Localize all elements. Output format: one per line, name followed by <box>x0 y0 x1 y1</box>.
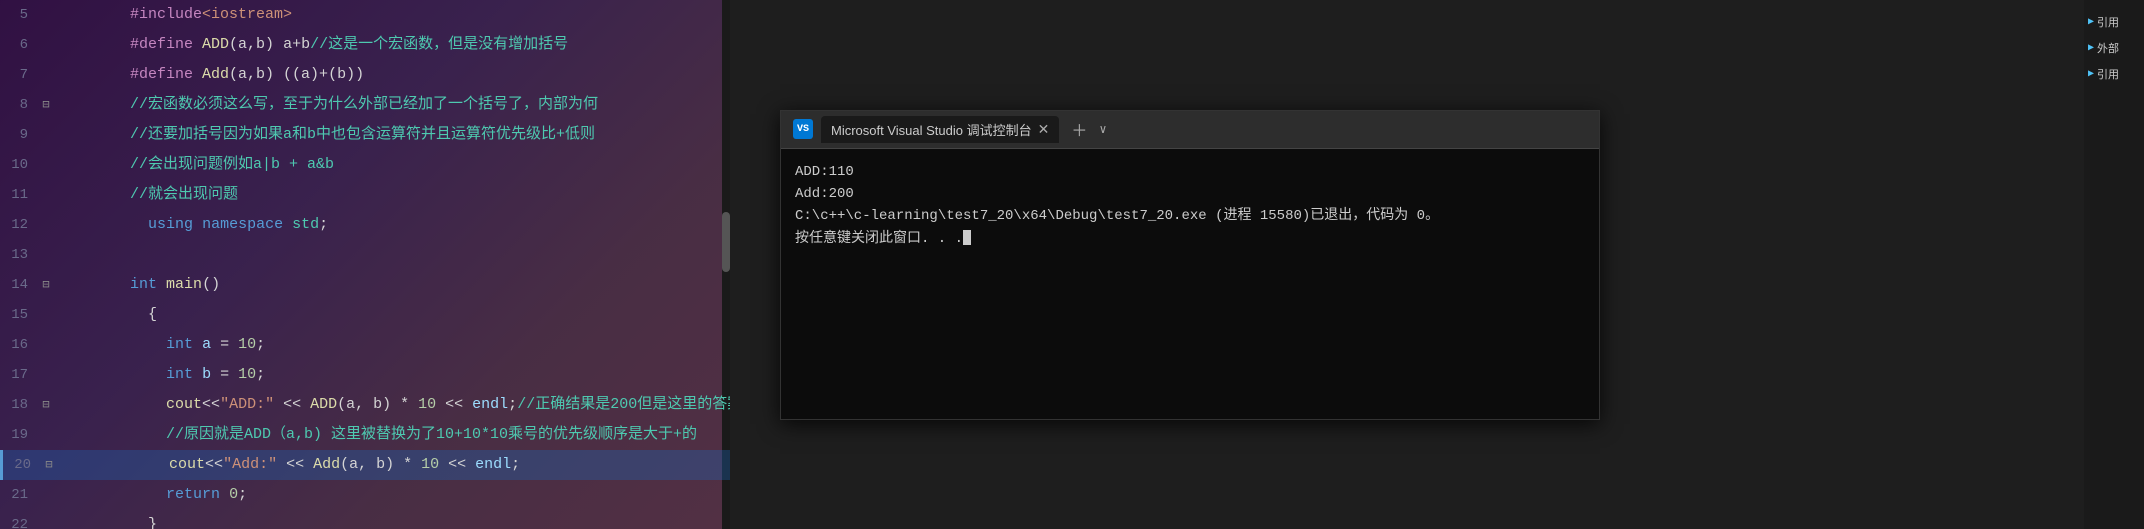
code-text-22: } <box>54 480 157 529</box>
line-num-14: 14 <box>0 270 38 300</box>
line-num-8: 8 <box>0 90 38 120</box>
terminal-titlebar: VS Microsoft Visual Studio 调试控制台 ✕ ＋ ∨ <box>781 111 1599 149</box>
code-editor: 5 #include<iostream> 6 #define ADD(a,b) … <box>0 0 730 529</box>
terminal-add-tab-button[interactable]: ＋ <box>1067 117 1091 141</box>
terminal-output-5: 按任意键关闭此窗口. . . <box>795 228 1585 250</box>
line-num-17: 17 <box>0 360 38 390</box>
play-icon-2: ▶ <box>2088 42 2094 54</box>
line-num-15: 15 <box>0 300 38 330</box>
line-num-13: 13 <box>0 240 38 270</box>
terminal-body: ADD:110 Add:200 C:\c++\c-learning\test7_… <box>781 149 1599 419</box>
line-num-7: 7 <box>0 60 38 90</box>
fold-8: ⊟ <box>38 90 54 120</box>
line-num-9: 9 <box>0 120 38 150</box>
sidebar-btn-external[interactable]: ▶ 外部 <box>2084 36 2134 60</box>
right-area: VS Microsoft Visual Studio 调试控制台 ✕ ＋ ∨ A… <box>730 0 2144 529</box>
fold-18: ⊟ <box>38 390 54 420</box>
line-num-19: 19 <box>0 420 38 450</box>
terminal-chevron-button[interactable]: ∨ <box>1099 122 1106 137</box>
sidebar-btn-run-1[interactable]: ▶ 引用 <box>2084 10 2134 34</box>
line-num-6: 6 <box>0 30 38 60</box>
code-line-22: 22 } <box>0 510 730 529</box>
line-num-5: 5 <box>0 0 38 30</box>
line-num-22: 22 <box>0 510 38 529</box>
line-num-18: 18 <box>0 390 38 420</box>
sidebar-label-3: 引用 <box>2097 66 2119 82</box>
terminal-output-4: C:\c++\c-learning\test7_20\x64\Debug\tes… <box>795 205 1585 227</box>
line-num-16: 16 <box>0 330 38 360</box>
terminal-output-2: Add:200 <box>795 183 1585 205</box>
code-content: 5 #include<iostream> 6 #define ADD(a,b) … <box>0 0 730 529</box>
fold-14: ⊟ <box>38 270 54 300</box>
code-line-12: 12 using namespace std; <box>0 210 730 240</box>
line-num-10: 10 <box>0 150 38 180</box>
play-icon-3: ▶ <box>2088 68 2094 80</box>
terminal-window: VS Microsoft Visual Studio 调试控制台 ✕ ＋ ∨ A… <box>780 110 1600 420</box>
play-icon-1: ▶ <box>2088 16 2094 28</box>
terminal-tab: Microsoft Visual Studio 调试控制台 ✕ <box>821 116 1059 143</box>
terminal-cursor <box>963 230 971 245</box>
sidebar-label-1: 引用 <box>2097 14 2119 30</box>
line-num-11: 11 <box>0 180 38 210</box>
line-num-21: 21 <box>0 480 38 510</box>
terminal-output-1: ADD:110 <box>795 161 1585 183</box>
terminal-title: Microsoft Visual Studio 调试控制台 <box>831 120 1032 139</box>
sidebar-label-2: 外部 <box>2097 40 2119 56</box>
terminal-close-button[interactable]: ✕ <box>1038 122 1050 136</box>
sidebar-btn-run-2[interactable]: ▶ 引用 <box>2084 62 2134 86</box>
sidebar-right: ▶ 引用 ▶ 外部 ▶ 引用 <box>2084 0 2144 529</box>
terminal-app-icon: VS <box>793 119 813 139</box>
line-num-20: 20 <box>3 450 41 480</box>
line-num-12: 12 <box>0 210 38 240</box>
